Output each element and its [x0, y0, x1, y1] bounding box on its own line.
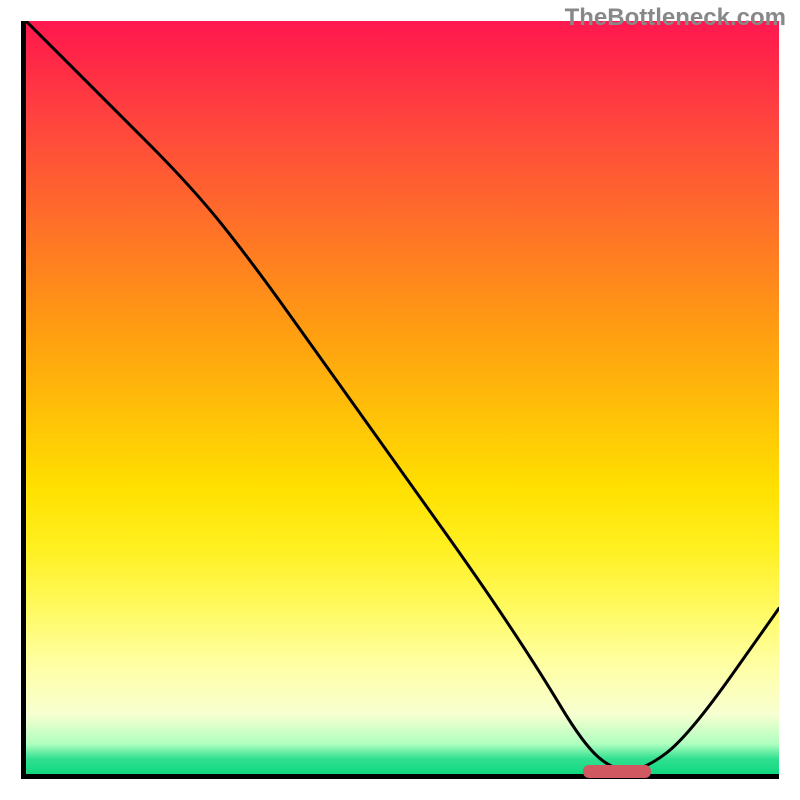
watermark-text: TheBottleneck.com [565, 4, 786, 32]
bottleneck-curve-path [26, 21, 779, 770]
bottleneck-chart: TheBottleneck.com [0, 0, 800, 800]
optimum-marker [583, 765, 651, 778]
plot-area [21, 21, 779, 779]
curve-svg [26, 21, 779, 774]
